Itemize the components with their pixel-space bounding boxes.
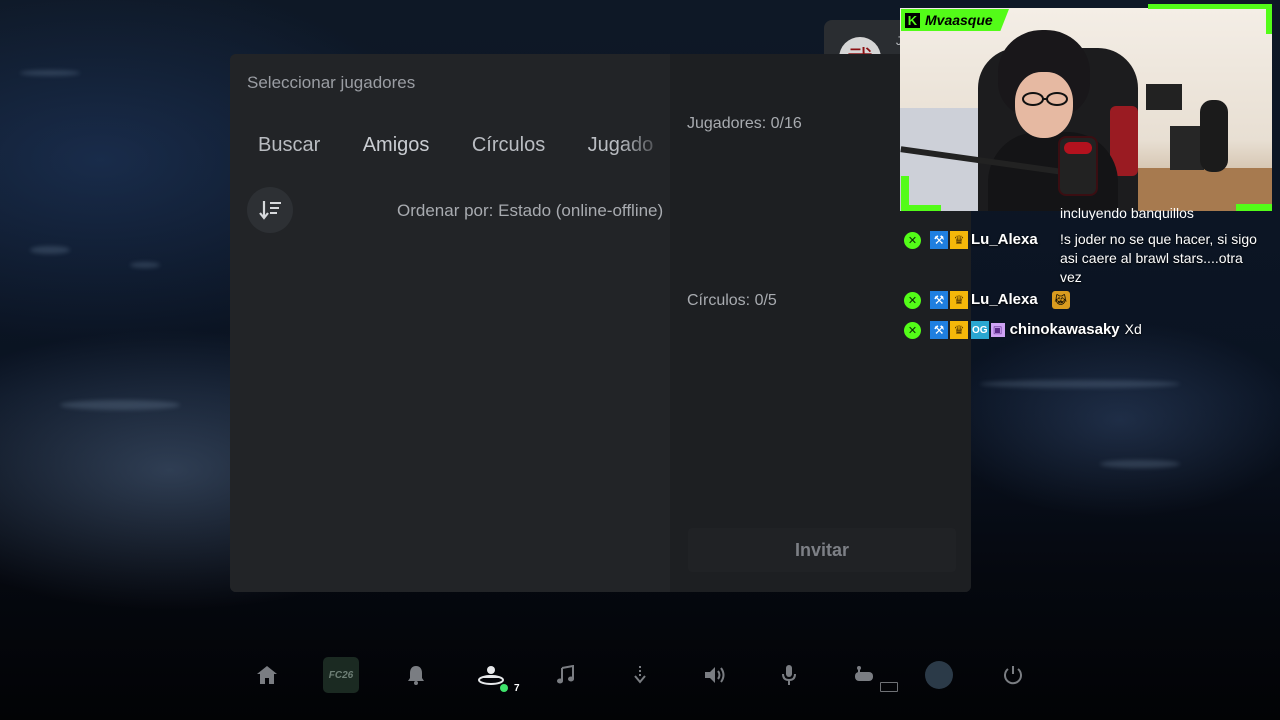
glasses (1022, 92, 1068, 106)
chat-message: ✕ ⚒ ♛ Lu_Alexa 😹 (904, 290, 1264, 316)
game-base-icon (478, 666, 504, 685)
moderator-badge-icon: ⚒ (930, 231, 948, 249)
controller-button[interactable] (848, 645, 880, 705)
chat-panel: ✕ ⚒ ♛ Lu_Alexa !s joder no se que hacer,… (904, 230, 1264, 350)
home-icon (257, 666, 277, 684)
chat-username[interactable]: Lu_Alexa (971, 290, 1038, 310)
online-count: 7 (514, 683, 520, 694)
tab-friends[interactable]: Amigos (363, 134, 430, 157)
chat-cut-message: incluyendo banquillos (1060, 206, 1194, 220)
tab-search[interactable]: Buscar (258, 134, 320, 157)
chat-message: ✕ ⚒ ♛ OG ▣ chinokawasaky Xd (904, 320, 1264, 346)
moderator-badge-icon: ⚒ (930, 291, 948, 309)
streamer-name: Mvaasque (925, 12, 993, 28)
subscriber-badge-icon: ✕ (904, 231, 921, 249)
game-library-icon: FC26 (323, 657, 359, 693)
select-players-dialog: Seleccionar jugadores Buscar Amigos Círc… (230, 54, 971, 592)
chat-message: ✕ ⚒ ♛ Lu_Alexa !s joder no se que hacer,… (904, 230, 1264, 286)
user-badges: ✕ ⚒ ♛ OG ▣ (904, 320, 1010, 340)
notifications-icon (408, 666, 424, 685)
sound-button[interactable] (698, 645, 732, 705)
dialog-title: Seleccionar jugadores (247, 73, 416, 92)
downloads-icon (634, 666, 646, 684)
sort-label: Ordenar por: Estado (online-offline) (397, 201, 664, 220)
home-button[interactable] (250, 645, 284, 705)
user-badges: ✕ ⚒ ♛ (904, 230, 971, 250)
emote-icon: 😹 (1051, 291, 1070, 309)
power-icon (1004, 666, 1022, 685)
frame-accent (1148, 4, 1272, 9)
power-button[interactable] (997, 645, 1029, 705)
music-button[interactable] (548, 645, 582, 705)
control-center-dock: FC26 7 (0, 645, 1280, 705)
invite-button[interactable]: Invitar (688, 528, 956, 572)
notifications-button[interactable] (400, 645, 432, 705)
chat-username[interactable]: chinokawasaky (1010, 320, 1120, 340)
gift-badge-icon: ▣ (990, 323, 1005, 337)
sound-icon (705, 667, 725, 683)
profile-button[interactable] (922, 645, 956, 705)
vip-crown-icon: ♛ (950, 231, 968, 249)
tabs-bar: Buscar Amigos Círculos Jugadores recient… (258, 134, 654, 160)
webcam-overlay (900, 8, 1272, 211)
sort-icon (259, 201, 281, 220)
sort-button[interactable] (247, 187, 293, 233)
subscriber-badge-icon: ✕ (904, 291, 921, 309)
tabs-fade (620, 132, 670, 164)
profile-avatar (925, 661, 953, 689)
music-icon (557, 665, 574, 684)
game-tile[interactable]: FC26 (321, 645, 361, 705)
online-indicator (500, 684, 508, 692)
mic-icon (782, 665, 796, 685)
chat-username[interactable]: Lu_Alexa (971, 230, 1038, 250)
chat-text: Xd (1124, 321, 1142, 337)
controller-icon (855, 666, 873, 681)
subscriber-badge-icon: ✕ (904, 321, 921, 339)
og-badge-icon: OG (971, 321, 989, 339)
game-base-button[interactable] (474, 645, 508, 705)
tab-circles[interactable]: Círculos (472, 134, 545, 157)
moderator-badge-icon: ⚒ (930, 321, 948, 339)
chat-text: !s joder no se que hacer, si sigo asi ca… (1060, 231, 1257, 285)
mic-button[interactable] (773, 645, 805, 705)
players-count: Jugadores: 0/16 (687, 115, 802, 132)
vip-crown-icon: ♛ (950, 291, 968, 309)
battery-icon (880, 682, 898, 692)
circles-count: Círculos: 0/5 (687, 292, 777, 309)
user-badges: ✕ ⚒ ♛ (904, 290, 971, 310)
downloads-button[interactable] (624, 645, 656, 705)
streamer-name-tag: K Mvaasque (901, 9, 1009, 31)
kick-logo-icon: K (905, 12, 920, 28)
vip-crown-icon: ♛ (950, 321, 968, 339)
